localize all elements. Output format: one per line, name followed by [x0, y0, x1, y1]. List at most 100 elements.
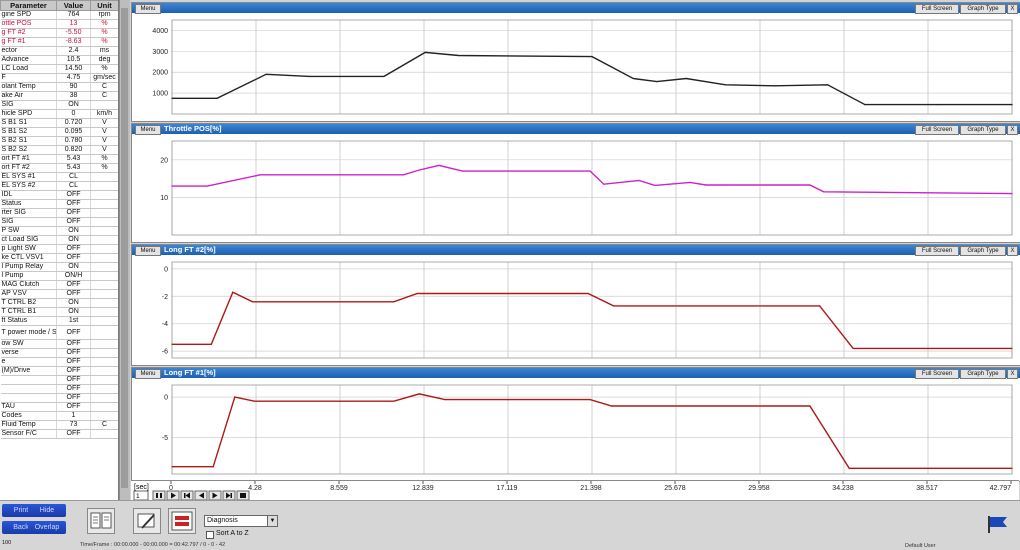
data-list-icon[interactable]: [87, 508, 115, 534]
table-row[interactable]: (M)/Drive OFF: [0, 366, 118, 376]
full-screen-button[interactable]: Full Screen: [915, 4, 959, 14]
table-row[interactable]: OFF: [0, 375, 118, 385]
param-unit-cell: [90, 253, 118, 263]
full-screen-button[interactable]: Full Screen: [915, 125, 959, 135]
record-graph-icon[interactable]: [168, 508, 196, 534]
close-panel-button[interactable]: X: [1007, 4, 1018, 14]
table-row[interactable]: ake Air 38 C: [0, 91, 118, 101]
table-row[interactable]: verse OFF: [0, 348, 118, 358]
table-row[interactable]: MAG Clutch OFF: [0, 280, 118, 290]
x-tick-label: 25.678: [664, 485, 686, 492]
mode-select[interactable]: Diagnosis ▼: [204, 515, 278, 527]
sort-a-to-z-checkbox[interactable]: [206, 531, 214, 539]
table-row[interactable]: e OFF: [0, 357, 118, 367]
graph-type-button[interactable]: Graph Type: [960, 125, 1006, 135]
table-row[interactable]: SIG ON: [0, 100, 118, 110]
table-row[interactable]: LC Load 14.50%: [0, 64, 118, 74]
table-row[interactable]: T CTRL B1 ON: [0, 307, 118, 317]
table-row[interactable]: Fluid Temp 73 C: [0, 420, 118, 430]
mode-select-value: Diagnosis: [207, 517, 238, 524]
table-row[interactable]: OFF: [0, 384, 118, 394]
full-screen-button[interactable]: Full Screen: [915, 246, 959, 256]
line-chart[interactable]: 10 20: [132, 135, 1020, 241]
flag-icon[interactable]: [985, 513, 1011, 537]
line-chart[interactable]: 1000 2000 3000 4000: [132, 14, 1020, 120]
param-value-cell: OFF: [56, 253, 91, 263]
close-panel-button[interactable]: X: [1007, 369, 1018, 379]
table-row[interactable]: SIG OFF: [0, 217, 118, 227]
hide-button[interactable]: Hide: [28, 504, 66, 517]
table-scrollbar[interactable]: [119, 0, 130, 500]
line-chart[interactable]: -6 -4 -2 0: [132, 256, 1020, 364]
panel-menu-button[interactable]: Menu: [135, 246, 161, 256]
table-row[interactable]: S B2 S1 0.780 V: [0, 136, 118, 146]
overlap-button[interactable]: Overlap: [28, 521, 66, 534]
table-row[interactable]: rter SIG OFF: [0, 208, 118, 218]
table-row[interactable]: F 4.75 gm/sec: [0, 73, 118, 83]
table-row[interactable]: l Pump Relay ON: [0, 262, 118, 272]
table-row[interactable]: P SW ON: [0, 226, 118, 236]
panel-menu-button[interactable]: Menu: [135, 369, 161, 379]
table-row[interactable]: EL SYS #2 CL: [0, 181, 118, 191]
table-row[interactable]: Advance 10.5 deg: [0, 55, 118, 65]
table-row[interactable]: S B2 S2 0.820 V: [0, 145, 118, 155]
data-point: [823, 191, 825, 193]
param-name-cell: S B2 S1: [0, 136, 57, 146]
table-row[interactable]: S B1 S1 0.720 V: [0, 118, 118, 128]
scrollbar-thumb[interactable]: [121, 8, 128, 488]
param-name-cell: T CTRL B2: [0, 298, 57, 308]
table-row[interactable]: olant Temp 90 C: [0, 82, 118, 92]
table-row[interactable]: ector 2.4 ms: [0, 46, 118, 56]
table-row[interactable]: ct Load SIG ON: [0, 235, 118, 245]
table-row[interactable]: ort FT #2 5.43%: [0, 163, 118, 173]
table-row[interactable]: Sensor F/C OFF: [0, 429, 118, 439]
line-chart[interactable]: -5 0: [132, 379, 1020, 480]
table-row[interactable]: EL SYS #1 CL: [0, 172, 118, 182]
chevron-down-icon[interactable]: ▼: [267, 516, 277, 526]
panel-menu-button[interactable]: Menu: [135, 4, 161, 14]
table-row[interactable]: Codes 1: [0, 411, 118, 421]
status-left: 100: [2, 540, 12, 546]
table-row[interactable]: IDL OFF: [0, 190, 118, 200]
table-row[interactable]: ke CTL VSV1 OFF: [0, 253, 118, 263]
close-panel-button[interactable]: X: [1007, 125, 1018, 135]
param-unit-cell: [90, 307, 118, 317]
table-row[interactable]: T power mode / SWOFF: [0, 325, 118, 340]
table-row[interactable]: Status OFF: [0, 199, 118, 209]
graph-type-button[interactable]: Graph Type: [960, 369, 1006, 379]
full-screen-button[interactable]: Full Screen: [915, 369, 959, 379]
panel-menu-button[interactable]: Menu: [135, 125, 161, 135]
table-row[interactable]: ort FT #1 5.43%: [0, 154, 118, 164]
table-row[interactable]: AP VSV OFF: [0, 289, 118, 299]
data-point: [613, 305, 615, 307]
table-row[interactable]: ottle POS 13%: [0, 19, 118, 29]
pause-button[interactable]: [152, 490, 166, 501]
table-row[interactable]: l Pump ON/H: [0, 271, 118, 281]
table-row[interactable]: T CTRL B2 ON: [0, 298, 118, 308]
table-row[interactable]: TAU OFF: [0, 402, 118, 412]
table-row[interactable]: S B1 S2 0.095 V: [0, 127, 118, 137]
close-panel-button[interactable]: X: [1007, 246, 1018, 256]
table-row[interactable]: gine SPD 764 rpm: [0, 10, 118, 20]
table-row[interactable]: g FT #2 -5.50%: [0, 28, 118, 38]
col-header-parameter[interactable]: Parameter: [0, 0, 57, 11]
time-axis-bar: [sec] 1 0 4.28 8.559 12.839 17.119 21.398 25.6…: [131, 480, 1019, 501]
param-name-cell: S B1 S2: [0, 127, 57, 137]
y-tick-label: 1000: [152, 91, 168, 98]
param-name-cell: Advance: [0, 55, 57, 65]
graph-type-button[interactable]: Graph Type: [960, 246, 1006, 256]
table-row[interactable]: OFF: [0, 393, 118, 403]
table-row[interactable]: ow SW OFF: [0, 339, 118, 349]
data-point: [416, 292, 418, 295]
table-row[interactable]: hicle SPD 0 km/h: [0, 109, 118, 119]
table-row[interactable]: g FT #1 -8.63%: [0, 37, 118, 47]
param-value-cell: CL: [56, 181, 91, 191]
col-header-unit[interactable]: Unit: [90, 0, 118, 11]
col-header-value[interactable]: Value: [56, 0, 91, 11]
table-row[interactable]: p Light SW OFF: [0, 244, 118, 254]
param-unit-cell: %: [90, 28, 118, 38]
table-row[interactable]: ft Status 1st: [0, 316, 118, 326]
graph-type-button[interactable]: Graph Type: [960, 4, 1006, 14]
param-value-cell: ON: [56, 298, 91, 308]
pen-icon[interactable]: [133, 508, 161, 534]
